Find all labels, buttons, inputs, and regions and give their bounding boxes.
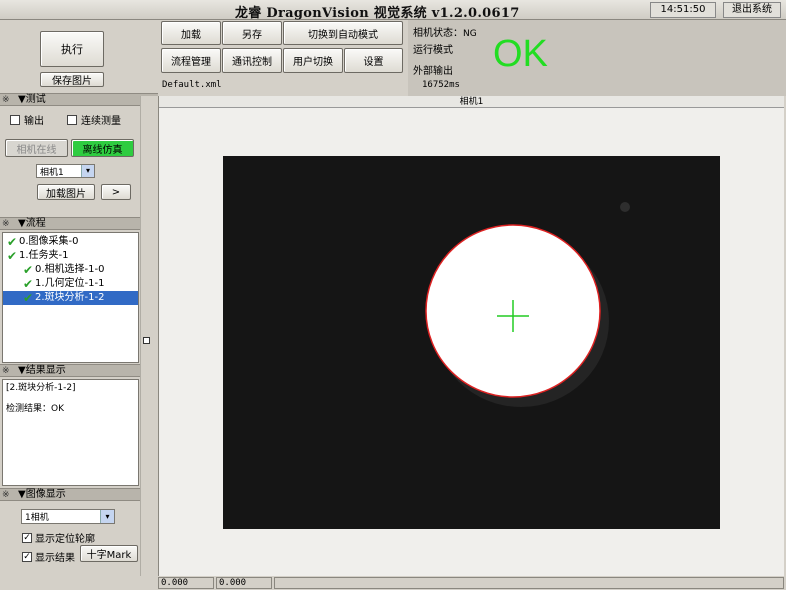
tree-item[interactable]: ✔ 1.几何定位-1-1 [3, 277, 138, 291]
tree-item[interactable]: ✔ 0.图像采集-0 [3, 235, 138, 249]
run-mode-label: 运行模式 [413, 45, 453, 56]
settings-button[interactable]: 设置 [344, 48, 403, 73]
tree-item[interactable]: ✔ 1.任务夹-1 [3, 249, 138, 263]
checkmark-icon: ✔ [22, 277, 34, 291]
collapse-handle-icon[interactable] [143, 337, 150, 344]
result-line-1: [2.斑块分析-1-2] [6, 383, 76, 393]
camera-image-svg [223, 156, 720, 529]
flow-section-header[interactable]: ※ ▼流程 [0, 217, 158, 230]
continuous-checkbox[interactable]: 连续测量 [67, 112, 121, 127]
camera-status-label: 相机状态： [413, 28, 463, 39]
camera-online-button[interactable]: 相机在线 [5, 139, 68, 157]
checkbox-checked-icon[interactable]: ✓ [22, 551, 32, 562]
result-section-header[interactable]: ※ ▼结果显示 [0, 364, 158, 377]
tree-item-selected[interactable]: ✔ 2.斑块分析-1-2 [3, 291, 138, 305]
save-as-button[interactable]: 另存 [222, 21, 282, 45]
result-display: [2.斑块分析-1-2] 检测结果：OK [2, 379, 139, 486]
test-section-header[interactable]: ※ ▼测试 [0, 93, 158, 106]
checkbox-icon[interactable] [67, 114, 77, 125]
current-file: Default.xml [162, 80, 222, 90]
tree-item[interactable]: ✔ 0.相机选择-1-0 [3, 263, 138, 277]
auto-mode-button[interactable]: 切换到自动模式 [283, 21, 403, 45]
next-image-button[interactable]: > [101, 184, 131, 200]
chevron-down-icon[interactable]: ▾ [81, 165, 94, 177]
clock: 14:51:50 [650, 2, 716, 18]
display-camera-select[interactable]: 1相机 ▾ [21, 509, 115, 524]
camera-status-value: NG [463, 29, 477, 39]
app-title: 龙睿 DragonVision 视觉系统 v1.2.0.0617 [235, 6, 520, 21]
pin-icon: ※ [2, 490, 10, 500]
splitter[interactable] [140, 96, 158, 576]
checkmark-icon: ✔ [22, 263, 34, 277]
pin-icon: ※ [2, 219, 10, 229]
offline-sim-button[interactable]: 离线仿真 [71, 139, 134, 157]
comm-control-button[interactable]: 通讯控制 [222, 48, 282, 73]
cycle-time: 16752ms [422, 80, 460, 90]
camera-image[interactable] [223, 156, 720, 529]
load-image-button[interactable]: 加载图片 [37, 184, 95, 200]
checkmark-icon: ✔ [6, 249, 18, 263]
result-line-2: 检测结果：OK [6, 404, 64, 414]
show-result-checkbox[interactable]: ✓ 显示结果 [22, 549, 75, 564]
camera-select[interactable]: 相机1 ▾ [36, 164, 95, 178]
pin-icon: ※ [2, 95, 10, 105]
flow-tree-items: ✔ 0.图像采集-0 ✔ 1.任务夹-1 ✔ 0.相机选择-1-0 ✔ 1.几何定位-1… [3, 235, 138, 305]
output-checkbox[interactable]: 输出 [10, 112, 44, 127]
chevron-down-icon[interactable]: ▾ [100, 510, 114, 523]
checkbox-checked-icon[interactable]: ✓ [22, 532, 32, 543]
checkbox-icon[interactable] [10, 114, 20, 125]
checkmark-icon: ✔ [22, 291, 34, 305]
save-image-button[interactable]: 保存图片 [40, 72, 104, 87]
exit-button[interactable]: 退出系统 [723, 2, 781, 18]
x-coordinate: 0.000 [158, 577, 214, 589]
user-switch-button[interactable]: 用户切换 [283, 48, 343, 73]
show-contour-checkbox[interactable]: ✓ 显示定位轮廓 [22, 530, 95, 545]
y-coordinate: 0.000 [216, 577, 272, 589]
load-button[interactable]: 加载 [161, 21, 221, 45]
status-message [274, 577, 784, 589]
image-display-section-header[interactable]: ※ ▼图像显示 [0, 488, 158, 501]
result-indicator: OK [493, 33, 548, 75]
pin-icon: ※ [2, 366, 10, 376]
checkmark-icon: ✔ [6, 235, 18, 249]
execute-button[interactable]: 执行 [40, 31, 104, 67]
external-output-label: 外部输出 [413, 66, 453, 77]
crosshair-mark-button[interactable]: 十字Mark [80, 545, 138, 562]
camera-status: 相机状态：NG [413, 24, 477, 39]
canvas-tab[interactable]: 相机1 [159, 96, 784, 108]
flow-management-button[interactable]: 流程管理 [161, 48, 221, 73]
